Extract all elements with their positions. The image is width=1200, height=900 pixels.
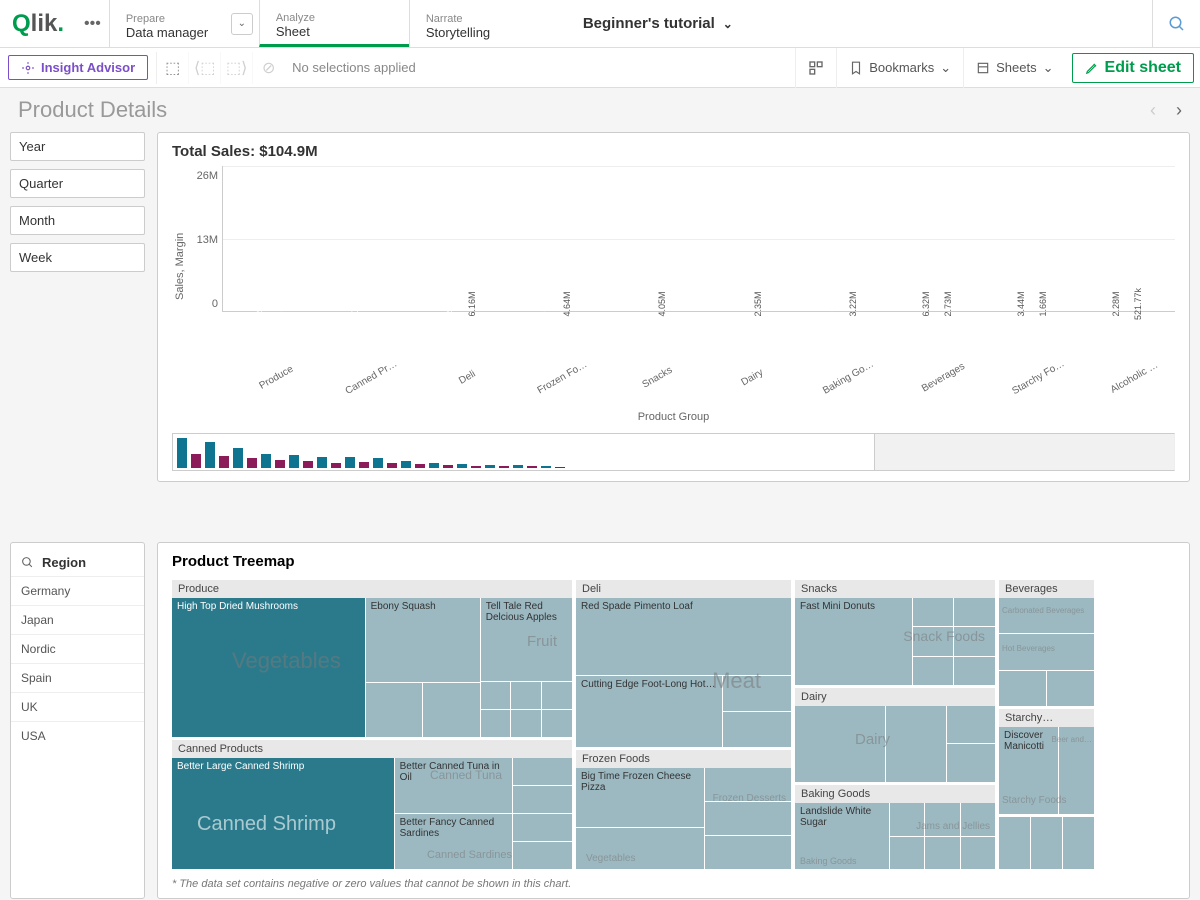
y-axis-label: Sales, Margin	[172, 166, 188, 366]
y-axis: 26M 13M 0	[188, 170, 222, 310]
tm-cell[interactable]: Big Time Frozen Cheese Pizza	[576, 768, 704, 827]
tab-narrate-big: Storytelling	[426, 25, 543, 40]
edit-sheet-button[interactable]: Edit sheet	[1072, 53, 1194, 83]
tm-cell[interactable]: Better Canned Tuna in Oil	[395, 758, 513, 813]
tm-cell[interactable]: Cutting Edge Foot-Long Hot…	[576, 676, 722, 747]
top-nav: Qlik. ••• Prepare Data manager ⌄ Analyze…	[0, 0, 1200, 48]
smart-select-icon[interactable]: ⬚	[156, 52, 188, 84]
tm-cell[interactable]: High Top Dried Mushrooms	[172, 598, 365, 737]
app-title-text: Beginner's tutorial	[583, 15, 715, 32]
tm-cell[interactable]: Better Large Canned Shrimp	[172, 758, 394, 869]
region-item[interactable]: Spain	[11, 663, 144, 692]
chevron-down-icon[interactable]: ⌄	[231, 13, 253, 35]
region-item[interactable]: Germany	[11, 576, 144, 605]
tm-hdr-starchy: Starchy…	[999, 709, 1094, 727]
step-back-icon[interactable]: ⟨⬚	[188, 52, 220, 84]
tab-prepare-small: Prepare	[126, 13, 243, 25]
prev-sheet-icon[interactable]: ‹	[1150, 100, 1156, 121]
edit-sheet-label: Edit sheet	[1105, 59, 1181, 77]
more-icon[interactable]: •••	[76, 0, 109, 47]
chart-plot[interactable]: 24.16M9.45M20.52M7.72M14.63M6.16M9.49M4.…	[222, 166, 1175, 312]
filter-quarter[interactable]: Quarter	[10, 169, 145, 198]
content: Year Quarter Month Week Total Sales: $10…	[0, 132, 1200, 482]
insight-advisor-label: Insight Advisor	[41, 60, 135, 75]
region-item[interactable]: UK	[11, 692, 144, 721]
tab-narrate[interactable]: Narrate Storytelling	[409, 0, 559, 47]
tm-hdr-produce: Produce	[172, 580, 572, 598]
bookmarks-label: Bookmarks	[869, 60, 934, 75]
chart-minimap[interactable]	[172, 433, 1175, 471]
tm-cell[interactable]: Discover Manicotti	[999, 727, 1058, 814]
treemap-footnote: * The data set contains negative or zero…	[172, 878, 1175, 890]
step-forward-icon[interactable]: ⬚⟩	[220, 52, 252, 84]
treemap-card[interactable]: Product Treemap Produce High Top Dried M…	[157, 542, 1190, 899]
tm-cell[interactable]: Ebony Squash	[366, 598, 480, 682]
insight-advisor-button[interactable]: Insight Advisor	[8, 55, 148, 80]
sheet-header: Product Details ‹ ›	[0, 88, 1200, 132]
tm-hdr-dairy: Dairy	[795, 688, 995, 706]
region-item[interactable]: USA	[11, 721, 144, 750]
tab-analyze-small: Analyze	[276, 12, 393, 24]
region-item[interactable]: Nordic	[11, 634, 144, 663]
tm-hdr-baking: Baking Goods	[795, 785, 995, 803]
sheets-button[interactable]: Sheets ⌄	[963, 48, 1065, 88]
tm-cell[interactable]: Landslide White Sugar	[795, 803, 889, 869]
chart-title: Total Sales: $104.9M	[172, 143, 1175, 160]
tm-hdr-frozen: Frozen Foods	[576, 750, 791, 768]
tab-prepare-big: Data manager	[126, 25, 243, 40]
tab-narrate-small: Narrate	[426, 13, 543, 25]
chevron-down-icon: ⌄	[1043, 60, 1054, 76]
toolbar: Insight Advisor ⬚ ⟨⬚ ⬚⟩ ⊘ No selections …	[0, 48, 1200, 88]
lower-row: Region GermanyJapanNordicSpainUKUSA Prod…	[0, 542, 1200, 899]
tm-hdr-canned: Canned Products	[172, 740, 572, 758]
region-filter: Region GermanyJapanNordicSpainUKUSA	[10, 542, 145, 899]
search-icon[interactable]	[1152, 0, 1200, 47]
tm-cell[interactable]: Red Spade Pimento Loaf	[576, 598, 791, 675]
app-title[interactable]: Beginner's tutorial ⌄	[559, 0, 1152, 47]
no-selections-text: No selections applied	[284, 60, 416, 75]
tab-analyze[interactable]: Analyze Sheet	[259, 0, 409, 47]
bookmarks-button[interactable]: Bookmarks ⌄	[836, 48, 963, 88]
clear-selections-icon[interactable]: ⊘	[252, 52, 284, 84]
tm-hdr-snacks: Snacks	[795, 580, 995, 598]
region-label: Region	[42, 555, 86, 570]
tab-analyze-big: Sheet	[276, 24, 393, 39]
logo: Qlik.	[0, 0, 76, 47]
chevron-down-icon: ⌄	[940, 60, 951, 76]
x-labels: ProduceCanned Pr…DeliFrozen Fo…SnacksDai…	[222, 366, 1175, 385]
next-sheet-icon[interactable]: ›	[1176, 100, 1182, 121]
filter-week[interactable]: Week	[10, 243, 145, 272]
tm-hdr-deli: Deli	[576, 580, 791, 598]
x-axis-label: Product Group	[172, 411, 1175, 423]
tab-prepare[interactable]: Prepare Data manager ⌄	[109, 0, 259, 47]
tm-cell[interactable]: Better Fancy Canned Sardines	[395, 814, 513, 869]
filter-column: Year Quarter Month Week	[10, 132, 145, 482]
sheets-label: Sheets	[996, 60, 1036, 75]
filter-year[interactable]: Year	[10, 132, 145, 161]
assets-icon[interactable]	[795, 48, 836, 88]
treemap-title: Product Treemap	[172, 553, 1175, 570]
tm-cell[interactable]: Fast Mini Donuts	[795, 598, 912, 685]
tm-hdr-beverages: Beverages	[999, 580, 1094, 598]
tm-cell[interactable]: Tell Tale Red Delcious Apples	[481, 598, 572, 681]
chevron-down-icon: ⌄	[723, 17, 733, 31]
region-item[interactable]: Japan	[11, 605, 144, 634]
treemap[interactable]: Produce High Top Dried Mushrooms Ebony S…	[172, 580, 1175, 870]
region-header[interactable]: Region	[11, 549, 144, 576]
filter-month[interactable]: Month	[10, 206, 145, 235]
bar-chart-card[interactable]: Total Sales: $104.9M Sales, Margin 26M 1…	[157, 132, 1190, 482]
sheet-title: Product Details	[18, 97, 1150, 123]
